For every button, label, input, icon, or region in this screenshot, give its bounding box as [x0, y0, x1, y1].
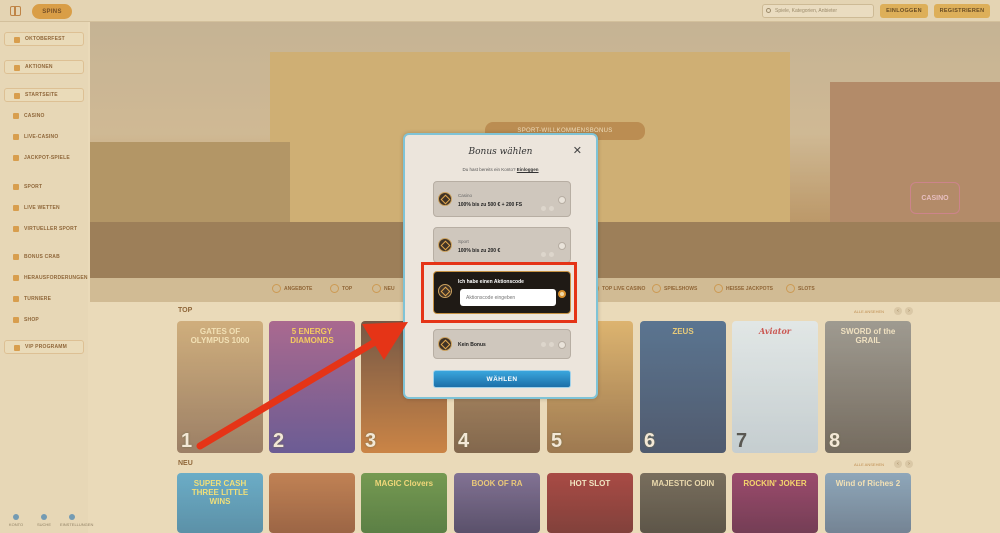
option-radio[interactable] — [558, 196, 566, 204]
modal-subtitle-text: Du hast bereits ein Konto? — [462, 167, 516, 172]
option-category: Casino — [458, 193, 473, 198]
bonus-icon — [438, 337, 452, 351]
option-category: Sport — [458, 239, 469, 244]
option-offer: Kein Bonus — [458, 342, 486, 348]
option-radio[interactable] — [558, 242, 566, 250]
close-icon[interactable]: ✕ — [573, 146, 582, 157]
option-offer: 100% bis zu 500 € + 200 FS — [458, 202, 523, 208]
modal-subtitle: Du hast bereits ein Konto? Einloggen — [405, 167, 596, 172]
choose-button[interactable]: WÄHLEN — [433, 370, 571, 388]
highlight-box — [421, 262, 577, 323]
bonus-icon — [438, 192, 452, 206]
option-offer: 100% bis zu 200 € — [458, 248, 501, 254]
decor-dots — [541, 252, 554, 257]
bonus-option-sport[interactable]: Sport 100% bis zu 200 € — [433, 227, 571, 263]
bonus-option-none[interactable]: Kein Bonus — [433, 329, 571, 359]
decor-dots — [541, 206, 554, 211]
bonus-icon — [438, 238, 452, 252]
login-link[interactable]: Einloggen — [517, 167, 539, 172]
option-radio[interactable] — [558, 341, 566, 349]
decor-dots — [541, 342, 554, 347]
modal-title: Bonus wählen — [468, 147, 533, 157]
bonus-option-casino[interactable]: Casino 100% bis zu 500 € + 200 FS — [433, 181, 571, 217]
